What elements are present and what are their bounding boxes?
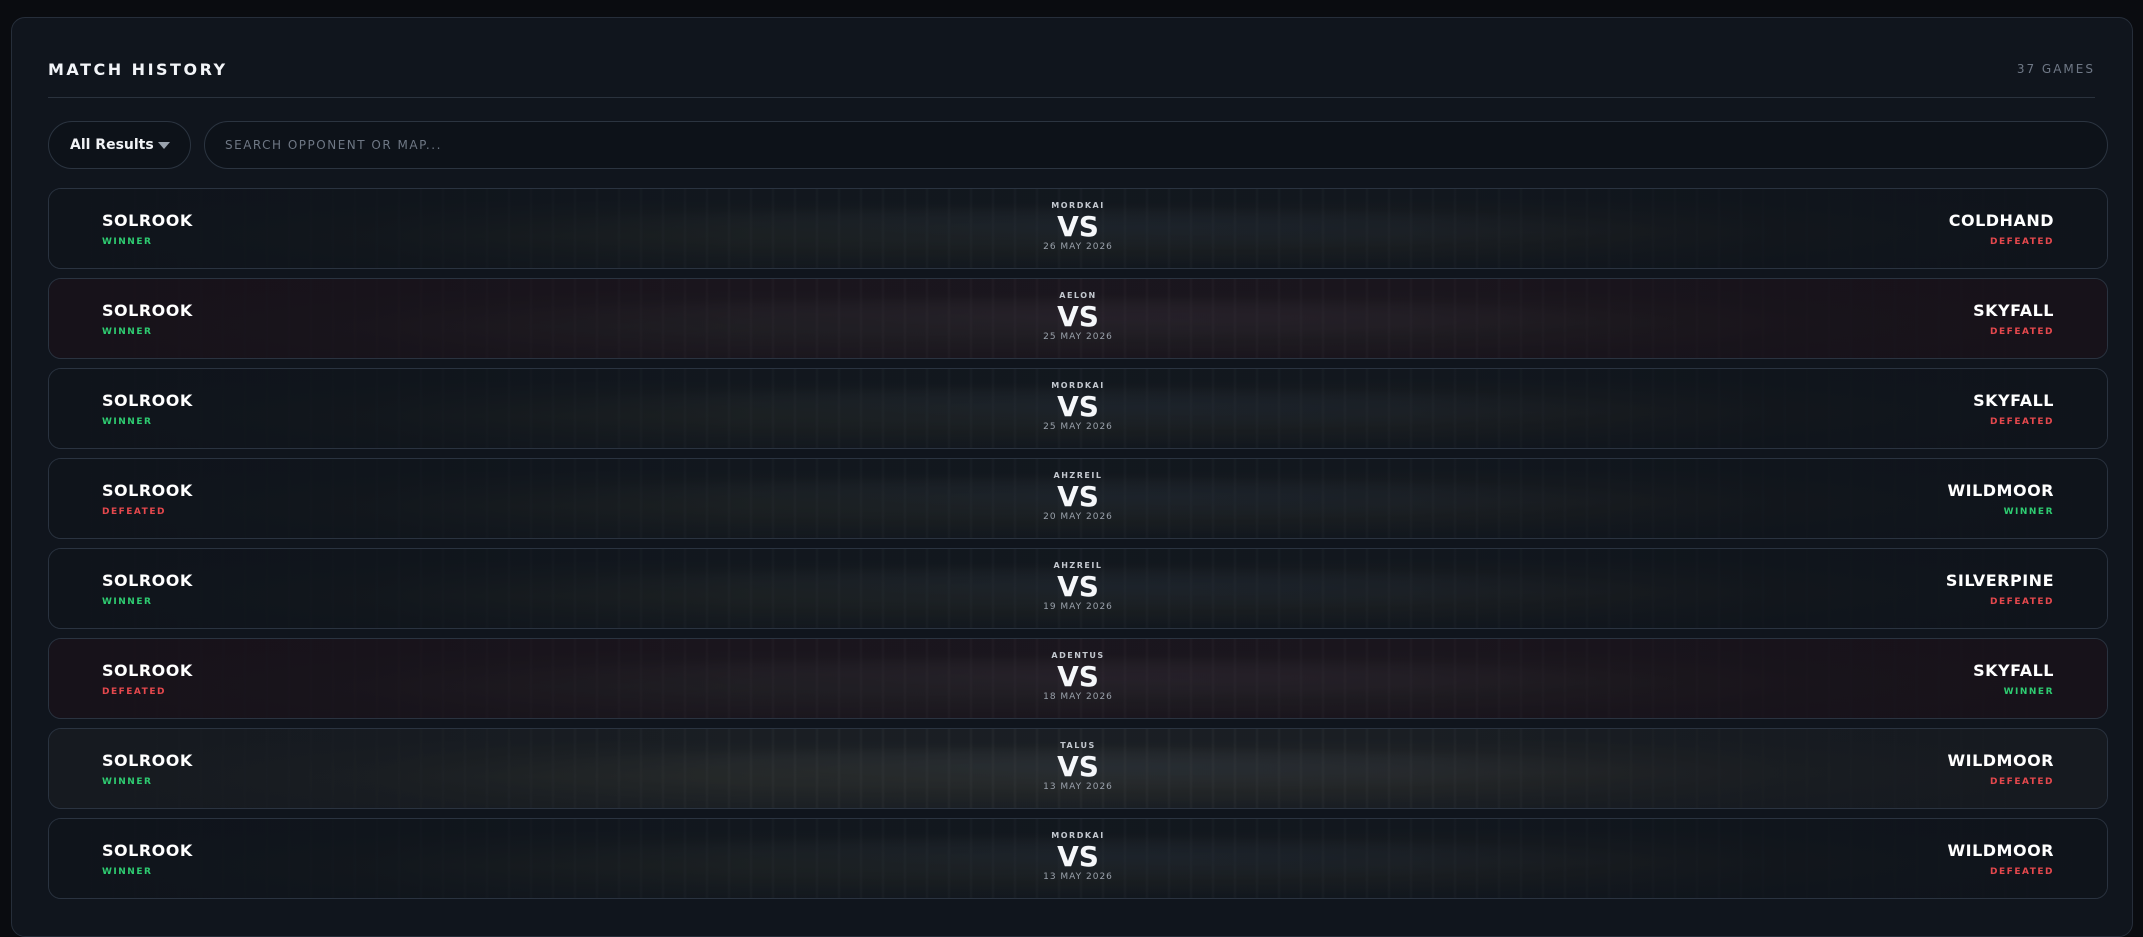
panel-header: MATCH HISTORY 37 GAMES bbox=[48, 18, 2095, 98]
opponent-result-badge: DEFEATED bbox=[1990, 867, 2054, 877]
opponent-name: SILVERPINE bbox=[1945, 571, 2054, 590]
player-side: SOLROOK WINNER bbox=[102, 751, 193, 787]
map-name: MORDKAI bbox=[1051, 381, 1105, 390]
vs-label: VS bbox=[1057, 210, 1099, 243]
match-row[interactable]: SOLROOK DEFEATED AHZREIL VS 20 MAY 2026 … bbox=[48, 458, 2108, 539]
match-row[interactable]: SOLROOK WINNER AELON VS 25 MAY 2026 SKYF… bbox=[48, 278, 2108, 359]
opponent-side: SKYFALL WINNER bbox=[1973, 661, 2054, 697]
vs-label: VS bbox=[1057, 480, 1099, 513]
games-count: 37 GAMES bbox=[2016, 62, 2095, 76]
results-filter-dropdown[interactable]: All Results bbox=[48, 121, 191, 169]
search-input[interactable] bbox=[204, 121, 2108, 169]
player-result-badge: WINNER bbox=[102, 417, 153, 427]
match-center: ADENTUS VS 18 MAY 2026 bbox=[1018, 651, 1138, 702]
opponent-name: WILDMOOR bbox=[1947, 841, 2054, 860]
player-side: SOLROOK DEFEATED bbox=[102, 661, 193, 697]
match-center: MORDKAI VS 25 MAY 2026 bbox=[1018, 381, 1138, 432]
map-name: AHZREIL bbox=[1053, 561, 1103, 570]
opponent-result-badge: DEFEATED bbox=[1990, 237, 2054, 247]
player-side: SOLROOK WINNER bbox=[102, 571, 193, 607]
match-center: AELON VS 25 MAY 2026 bbox=[1018, 291, 1138, 342]
opponent-name: SKYFALL bbox=[1973, 301, 2054, 320]
player-side: SOLROOK DEFEATED bbox=[102, 481, 193, 517]
match-center: MORDKAI VS 13 MAY 2026 bbox=[1018, 831, 1138, 882]
player-side: SOLROOK WINNER bbox=[102, 841, 193, 877]
match-center: AHZREIL VS 20 MAY 2026 bbox=[1018, 471, 1138, 522]
match-center: TALUS VS 13 MAY 2026 bbox=[1018, 741, 1138, 792]
match-row[interactable]: SOLROOK WINNER MORDKAI VS 13 MAY 2026 WI… bbox=[48, 818, 2108, 899]
player-side: SOLROOK WINNER bbox=[102, 391, 193, 427]
page-title: MATCH HISTORY bbox=[48, 60, 228, 79]
opponent-name: COLDHAND bbox=[1948, 211, 2054, 230]
map-name: MORDKAI bbox=[1051, 201, 1105, 210]
vs-label: VS bbox=[1057, 660, 1099, 693]
match-date: 26 MAY 2026 bbox=[1043, 242, 1113, 252]
match-center: MORDKAI VS 26 MAY 2026 bbox=[1018, 201, 1138, 252]
player-result-badge: WINNER bbox=[102, 867, 153, 877]
player-side: SOLROOK WINNER bbox=[102, 301, 193, 337]
opponent-side: WILDMOOR WINNER bbox=[1947, 481, 2054, 517]
match-row[interactable]: SOLROOK WINNER TALUS VS 13 MAY 2026 WILD… bbox=[48, 728, 2108, 809]
vs-label: VS bbox=[1057, 570, 1099, 603]
player-result-badge: WINNER bbox=[102, 237, 153, 247]
player-name: SOLROOK bbox=[102, 841, 193, 860]
player-name: SOLROOK bbox=[102, 571, 193, 590]
match-row[interactable]: SOLROOK DEFEATED ADENTUS VS 18 MAY 2026 … bbox=[48, 638, 2108, 719]
map-name: ADENTUS bbox=[1051, 651, 1105, 660]
map-name: AELON bbox=[1059, 291, 1097, 300]
match-date: 13 MAY 2026 bbox=[1043, 872, 1113, 882]
player-name: SOLROOK bbox=[102, 481, 193, 500]
player-name: SOLROOK bbox=[102, 661, 193, 680]
player-result-badge: WINNER bbox=[102, 777, 153, 787]
match-date: 20 MAY 2026 bbox=[1043, 512, 1113, 522]
opponent-name: WILDMOOR bbox=[1947, 481, 2054, 500]
match-date: 13 MAY 2026 bbox=[1043, 782, 1113, 792]
match-history-panel: MATCH HISTORY 37 GAMES All Results SOLRO… bbox=[11, 17, 2133, 937]
opponent-name: SKYFALL bbox=[1973, 661, 2054, 680]
opponent-result-badge: DEFEATED bbox=[1990, 327, 2054, 337]
match-date: 25 MAY 2026 bbox=[1043, 422, 1113, 432]
vs-label: VS bbox=[1057, 300, 1099, 333]
match-row[interactable]: SOLROOK WINNER MORDKAI VS 25 MAY 2026 SK… bbox=[48, 368, 2108, 449]
match-center: AHZREIL VS 19 MAY 2026 bbox=[1018, 561, 1138, 612]
map-name: TALUS bbox=[1060, 741, 1096, 750]
match-row[interactable]: SOLROOK WINNER MORDKAI VS 26 MAY 2026 CO… bbox=[48, 188, 2108, 269]
player-result-badge: WINNER bbox=[102, 597, 153, 607]
player-result-badge: DEFEATED bbox=[102, 507, 166, 517]
match-row[interactable]: SOLROOK WINNER AHZREIL VS 19 MAY 2026 SI… bbox=[48, 548, 2108, 629]
opponent-result-badge: DEFEATED bbox=[1990, 597, 2054, 607]
player-name: SOLROOK bbox=[102, 301, 193, 320]
opponent-result-badge: WINNER bbox=[2003, 687, 2054, 697]
opponent-side: COLDHAND DEFEATED bbox=[1949, 211, 2054, 247]
opponent-name: WILDMOOR bbox=[1947, 751, 2054, 770]
match-date: 18 MAY 2026 bbox=[1043, 692, 1113, 702]
vs-label: VS bbox=[1057, 750, 1099, 783]
match-date: 19 MAY 2026 bbox=[1043, 602, 1113, 612]
chevron-down-icon bbox=[158, 142, 170, 149]
opponent-side: WILDMOOR DEFEATED bbox=[1947, 841, 2054, 877]
opponent-side: SKYFALL DEFEATED bbox=[1973, 301, 2054, 337]
opponent-result-badge: WINNER bbox=[2003, 507, 2054, 517]
vs-label: VS bbox=[1057, 390, 1099, 423]
player-result-badge: WINNER bbox=[102, 327, 153, 337]
player-name: SOLROOK bbox=[102, 751, 193, 770]
opponent-result-badge: DEFEATED bbox=[1990, 777, 2054, 787]
opponent-name: SKYFALL bbox=[1973, 391, 2054, 410]
opponent-result-badge: DEFEATED bbox=[1990, 417, 2054, 427]
opponent-side: SILVERPINE DEFEATED bbox=[1946, 571, 2054, 607]
player-name: SOLROOK bbox=[102, 391, 193, 410]
player-result-badge: DEFEATED bbox=[102, 687, 166, 697]
map-name: AHZREIL bbox=[1053, 471, 1103, 480]
vs-label: VS bbox=[1057, 840, 1099, 873]
match-list: SOLROOK WINNER MORDKAI VS 26 MAY 2026 CO… bbox=[48, 188, 2108, 908]
player-side: SOLROOK WINNER bbox=[102, 211, 193, 247]
map-name: MORDKAI bbox=[1051, 831, 1105, 840]
opponent-side: WILDMOOR DEFEATED bbox=[1947, 751, 2054, 787]
opponent-side: SKYFALL DEFEATED bbox=[1973, 391, 2054, 427]
filter-label: All Results bbox=[70, 137, 154, 153]
match-date: 25 MAY 2026 bbox=[1043, 332, 1113, 342]
player-name: SOLROOK bbox=[102, 211, 193, 230]
